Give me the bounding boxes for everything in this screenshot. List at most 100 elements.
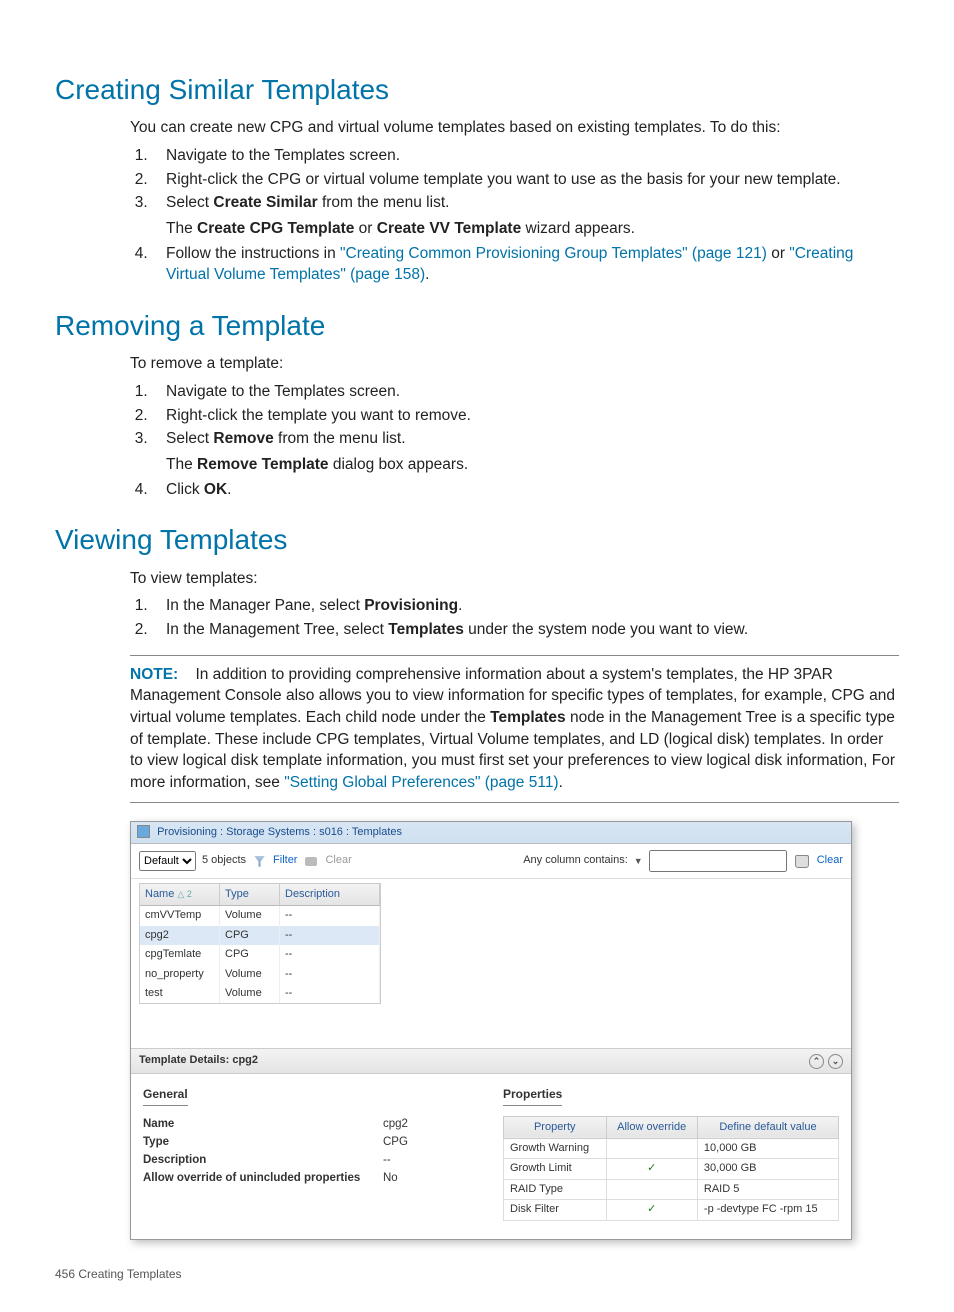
cell-desc: --: [280, 965, 380, 984]
step: Navigate to the Templates screen.: [152, 381, 899, 403]
step-text: Select: [166, 430, 213, 447]
window-titlebar: Provisioning : Storage Systems : s016 : …: [131, 822, 851, 844]
pcell: 30,000 GB: [697, 1159, 838, 1179]
step: Select Create Similar from the menu list…: [152, 192, 899, 239]
table-row-selected[interactable]: cpg2CPG--: [140, 926, 380, 945]
cell-name: cpgTemlate: [140, 945, 220, 964]
ui-term: Provisioning: [364, 597, 458, 614]
pcell: -p -devtype FC -rpm 15: [697, 1200, 838, 1220]
table-row[interactable]: cpgTemlateCPG--: [140, 945, 380, 964]
clear-link-disabled: Clear: [325, 853, 351, 868]
col-type[interactable]: Type: [220, 884, 280, 906]
pcell: RAID Type: [504, 1179, 607, 1199]
step-text: .: [227, 481, 231, 498]
grid-header: Name △ 2 Type Description: [140, 884, 380, 906]
pcell: Disk Filter: [504, 1200, 607, 1220]
binoculars-icon[interactable]: [795, 855, 809, 868]
heading-removing: Removing a Template: [55, 306, 899, 345]
ui-term: Remove: [213, 430, 273, 447]
kv-key: Allow override of unincluded properties: [143, 1170, 383, 1186]
cell-type: Volume: [220, 906, 280, 925]
cell-desc: --: [280, 984, 380, 1003]
note-block: NOTE: In addition to providing comprehen…: [130, 655, 899, 803]
pcell: [606, 1139, 697, 1159]
step: Right-click the template you want to rem…: [152, 405, 899, 427]
ui-term: Remove Template: [197, 456, 329, 473]
pcol-allow[interactable]: Allow override: [606, 1116, 697, 1138]
kv-val: cpg2: [383, 1116, 443, 1132]
intro-removing: To remove a template:: [130, 353, 899, 375]
pcell: RAID 5: [697, 1179, 838, 1199]
ui-term: Create VV Template: [377, 220, 521, 237]
pcell-check-icon: ✓: [606, 1200, 697, 1220]
steps-viewing: In the Manager Pane, select Provisioning…: [130, 595, 899, 640]
details-body: General Namecpg2 TypeCPG Description-- A…: [131, 1074, 851, 1239]
filter-link[interactable]: Filter: [273, 853, 297, 868]
kv-key: Name: [143, 1116, 383, 1132]
object-count: 5 objects: [202, 853, 246, 868]
prop-row[interactable]: RAID Type RAID 5: [504, 1179, 839, 1199]
link-global-prefs[interactable]: "Setting Global Preferences" (page 511): [284, 774, 558, 791]
embedded-screenshot: Provisioning : Storage Systems : s016 : …: [130, 821, 852, 1240]
step-text: In the Management Tree, select: [166, 621, 388, 638]
col-description[interactable]: Description: [280, 884, 380, 906]
step-text: or: [767, 245, 789, 262]
cell-type: Volume: [220, 965, 280, 984]
heading-creating-similar: Creating Similar Templates: [55, 70, 899, 109]
step-text: from the menu list.: [274, 430, 406, 447]
steps-creating-similar: Navigate to the Templates screen. Right-…: [130, 145, 899, 286]
properties-heading: Properties: [503, 1086, 562, 1106]
link-cpg-templates[interactable]: "Creating Common Provisioning Group Temp…: [340, 245, 767, 262]
toolbar: Default 5 objects Filter Clear Any colum…: [131, 844, 851, 879]
search-input[interactable]: [649, 850, 787, 872]
prop-row[interactable]: Growth Warning 10,000 GB: [504, 1139, 839, 1159]
search-dropdown-icon[interactable]: ▼: [634, 855, 643, 868]
details-header: Template Details: cpg2 ⌃ ⌄: [131, 1048, 851, 1073]
step: Navigate to the Templates screen.: [152, 145, 899, 167]
ui-term: Templates: [388, 621, 464, 638]
cell-desc: --: [280, 945, 380, 964]
prop-row[interactable]: Disk Filter✓-p -devtype FC -rpm 15: [504, 1200, 839, 1220]
col-name[interactable]: Name △ 2: [140, 884, 220, 906]
eraser-icon: [305, 857, 317, 866]
pcol-property[interactable]: Property: [504, 1116, 607, 1138]
pcell: [606, 1179, 697, 1199]
step-text: under the system node you want to view.: [464, 621, 748, 638]
step-text: .: [458, 597, 462, 614]
step: Right-click the CPG or virtual volume te…: [152, 169, 899, 191]
pcell: Growth Warning: [504, 1139, 607, 1159]
view-selector[interactable]: Default: [139, 851, 196, 871]
prop-row[interactable]: Growth Limit✓30,000 GB: [504, 1159, 839, 1179]
heading-viewing: Viewing Templates: [55, 520, 899, 559]
kv-val: --: [383, 1152, 443, 1168]
window-title: Provisioning : Storage Systems : s016 : …: [157, 826, 402, 838]
cell-name: cmVVTemp: [140, 906, 220, 925]
step-text: In the Manager Pane, select: [166, 597, 364, 614]
collapse-up-icon[interactable]: ⌃: [809, 1054, 824, 1069]
step: In the Manager Pane, select Provisioning…: [152, 595, 899, 617]
step-text: Select: [166, 194, 213, 211]
step-text: from the menu list.: [318, 194, 450, 211]
sub-text: or: [354, 220, 376, 237]
table-row[interactable]: cmVVTempVolume--: [140, 906, 380, 925]
table-row[interactable]: testVolume--: [140, 984, 380, 1003]
steps-removing: Navigate to the Templates screen. Right-…: [130, 381, 899, 500]
ui-term: Templates: [490, 709, 566, 726]
table-row[interactable]: no_propertyVolume--: [140, 965, 380, 984]
clear-search-link[interactable]: Clear: [817, 853, 843, 868]
collapse-down-icon[interactable]: ⌄: [828, 1054, 843, 1069]
pcell: 10,000 GB: [697, 1139, 838, 1159]
general-heading: General: [143, 1086, 188, 1106]
pcell: Growth Limit: [504, 1159, 607, 1179]
cell-type: CPG: [220, 945, 280, 964]
filter-icon[interactable]: [254, 856, 265, 867]
window-icon: [137, 825, 150, 838]
pcol-default[interactable]: Define default value: [697, 1116, 838, 1138]
step: Select Remove from the menu list. The Re…: [152, 428, 899, 475]
cell-name: no_property: [140, 965, 220, 984]
sub-text: The: [166, 220, 197, 237]
cell-desc: --: [280, 926, 380, 945]
step: Follow the instructions in "Creating Com…: [152, 243, 899, 286]
kv-val: CPG: [383, 1134, 443, 1150]
step-text: Click: [166, 481, 204, 498]
